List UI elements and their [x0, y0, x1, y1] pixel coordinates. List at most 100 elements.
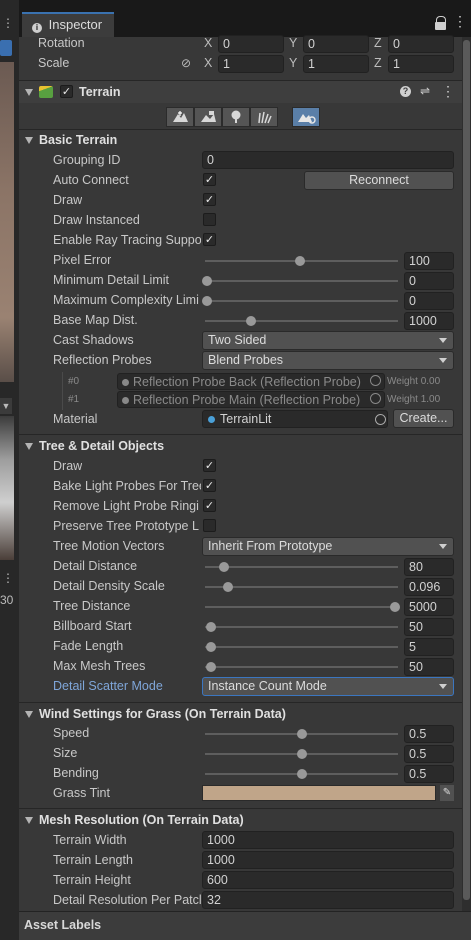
min-detail-slider-handle[interactable] [202, 276, 212, 286]
terrain-enabled-checkbox[interactable]: ✓ [60, 85, 73, 98]
max-mesh-trees-field[interactable]: 50 [404, 658, 454, 676]
paint-trees-icon[interactable] [222, 107, 250, 127]
preset-icon[interactable]: ⇌ [420, 84, 430, 98]
cast-shadows-dropdown[interactable]: Two Sided [202, 331, 454, 350]
basic-terrain-header[interactable]: Basic Terrain [39, 133, 117, 147]
fade-length-slider-handle[interactable] [205, 642, 216, 652]
base-map-field[interactable]: 1000 [404, 312, 454, 330]
pixel-error-field[interactable]: 100 [404, 252, 454, 270]
component-menu-icon[interactable]: ⋮ [441, 83, 455, 100]
speed-slider-handle[interactable] [296, 729, 307, 739]
fade-length-slider-track[interactable] [205, 646, 398, 648]
scrollbar-thumb[interactable] [463, 40, 470, 900]
terrain-height-field[interactable]: 600 [202, 871, 454, 889]
foldout-arrow-icon[interactable] [25, 89, 33, 96]
pixel-error-slider-handle[interactable] [294, 256, 305, 266]
eyedropper-icon[interactable]: ✎ [440, 785, 454, 801]
basic-terrain-foldout-icon[interactable] [25, 137, 33, 144]
terrain-width-field[interactable]: 1000 [202, 831, 454, 849]
kebab-menu-icon[interactable]: ⋮ [453, 13, 467, 30]
terrain-length-field[interactable]: 1000 [202, 851, 454, 869]
tree-detail-header[interactable]: Tree & Detail Objects [39, 439, 164, 453]
max-complexity-slider-handle[interactable] [202, 296, 212, 306]
rotation-z-field[interactable]: 0 [388, 35, 454, 53]
max-mesh-trees-slider-track[interactable] [205, 666, 398, 668]
bake-light-probes-checkbox[interactable]: ✓ [203, 479, 216, 492]
detail-distance-field[interactable]: 80 [404, 558, 454, 576]
scene-menu-icon-2[interactable]: ⋮ [2, 571, 14, 585]
tab-inspector[interactable]: i Inspector [22, 12, 114, 37]
raise-terrain-icon[interactable] [166, 107, 194, 127]
scale-y-axis[interactable]: Y [289, 56, 297, 70]
detail-distance-slider-track[interactable] [205, 566, 398, 568]
rotation-y-field[interactable]: 0 [303, 35, 369, 53]
preserve-prototype-checkbox[interactable] [203, 519, 216, 532]
scale-z-field[interactable]: 1 [388, 55, 454, 73]
mesh-header[interactable]: Mesh Resolution (On Terrain Data) [39, 813, 244, 827]
speed-field[interactable]: 0.5 [404, 725, 454, 743]
max-complexity-slider-track[interactable] [205, 300, 398, 302]
wind-foldout-icon[interactable] [25, 711, 33, 718]
density-slider-track[interactable] [205, 586, 398, 588]
billboard-field[interactable]: 50 [404, 618, 454, 636]
chevron-down-icon [439, 338, 447, 343]
billboard-slider-track[interactable] [205, 626, 398, 628]
scene-blue-marker[interactable] [0, 40, 12, 56]
scale-x-axis[interactable]: X [204, 56, 212, 70]
terrain-settings-icon[interactable] [292, 107, 320, 127]
fade-length-field[interactable]: 5 [404, 638, 454, 656]
size-field[interactable]: 0.5 [404, 745, 454, 763]
auto-connect-checkbox[interactable]: ✓ [203, 173, 216, 186]
bending-field[interactable]: 0.5 [404, 765, 454, 783]
reflection-probes-dropdown[interactable]: Blend Probes [202, 351, 454, 370]
tree-detail-foldout-icon[interactable] [25, 443, 33, 450]
bending-slider-handle[interactable] [296, 769, 307, 779]
reflection-probes-value: Blend Probes [208, 353, 284, 367]
max-complexity-field[interactable]: 0 [404, 292, 454, 310]
remove-light-probe-checkbox[interactable]: ✓ [203, 499, 216, 512]
asset-labels-bar[interactable]: Asset Labels [19, 911, 471, 940]
scene-view-image-2 [0, 416, 14, 560]
draw-checkbox[interactable]: ✓ [203, 193, 216, 206]
scale-x-field[interactable]: 1 [218, 55, 284, 73]
base-map-slider-track[interactable] [205, 320, 398, 322]
material-field[interactable]: TerrainLit [202, 410, 388, 428]
reconnect-button[interactable]: Reconnect [304, 171, 454, 190]
tree-draw-checkbox[interactable]: ✓ [203, 459, 216, 472]
lock-body-icon [435, 22, 446, 30]
constrain-proportions-icon[interactable]: ⊘ [181, 56, 191, 70]
max-mesh-trees-slider-handle[interactable] [205, 662, 216, 672]
probe1-field: Reflection Probe Main (Reflection Probe) [117, 391, 385, 408]
draw-instanced-label: Draw Instanced [53, 213, 140, 227]
paint-details-icon[interactable] [250, 107, 278, 127]
tree-distance-slider-handle[interactable] [390, 602, 400, 612]
min-detail-field[interactable]: 0 [404, 272, 454, 290]
tree-motion-dropdown[interactable]: Inherit From Prototype [202, 537, 454, 556]
density-field[interactable]: 0.096 [404, 578, 454, 596]
tree-distance-field[interactable]: 5000 [404, 598, 454, 616]
tree-distance-slider-track[interactable] [205, 606, 398, 608]
draw-instanced-checkbox[interactable] [203, 213, 216, 226]
mesh-foldout-icon[interactable] [25, 817, 33, 824]
paint-terrain-icon[interactable] [194, 107, 222, 127]
help-icon[interactable]: ? [400, 86, 411, 97]
detail-resolution-field[interactable]: 32 [202, 891, 454, 909]
wind-header[interactable]: Wind Settings for Grass (On Terrain Data… [39, 707, 286, 721]
scene-menu-icon[interactable]: ⋮ [2, 16, 14, 30]
rotation-z-axis[interactable]: Z [374, 36, 382, 50]
create-button[interactable]: Create... [393, 409, 454, 428]
rotation-x-field[interactable]: 0 [218, 35, 284, 53]
scale-y-field[interactable]: 1 [303, 55, 369, 73]
rotation-x-axis[interactable]: X [204, 36, 212, 50]
scatter-mode-dropdown[interactable]: Instance Count Mode [202, 677, 454, 696]
material-picker-icon[interactable] [375, 414, 386, 425]
billboard-slider-handle[interactable] [205, 622, 216, 632]
size-slider-handle[interactable] [296, 749, 307, 759]
ray-tracing-checkbox[interactable]: ✓ [203, 233, 216, 246]
grass-tint-color-field[interactable] [202, 785, 436, 801]
grouping-id-field[interactable]: 0 [202, 151, 454, 169]
min-detail-slider-track[interactable] [205, 280, 398, 282]
rotation-y-axis[interactable]: Y [289, 36, 297, 50]
scale-z-axis[interactable]: Z [374, 56, 382, 70]
scene-dropdown-icon[interactable]: ▼ [0, 398, 12, 414]
